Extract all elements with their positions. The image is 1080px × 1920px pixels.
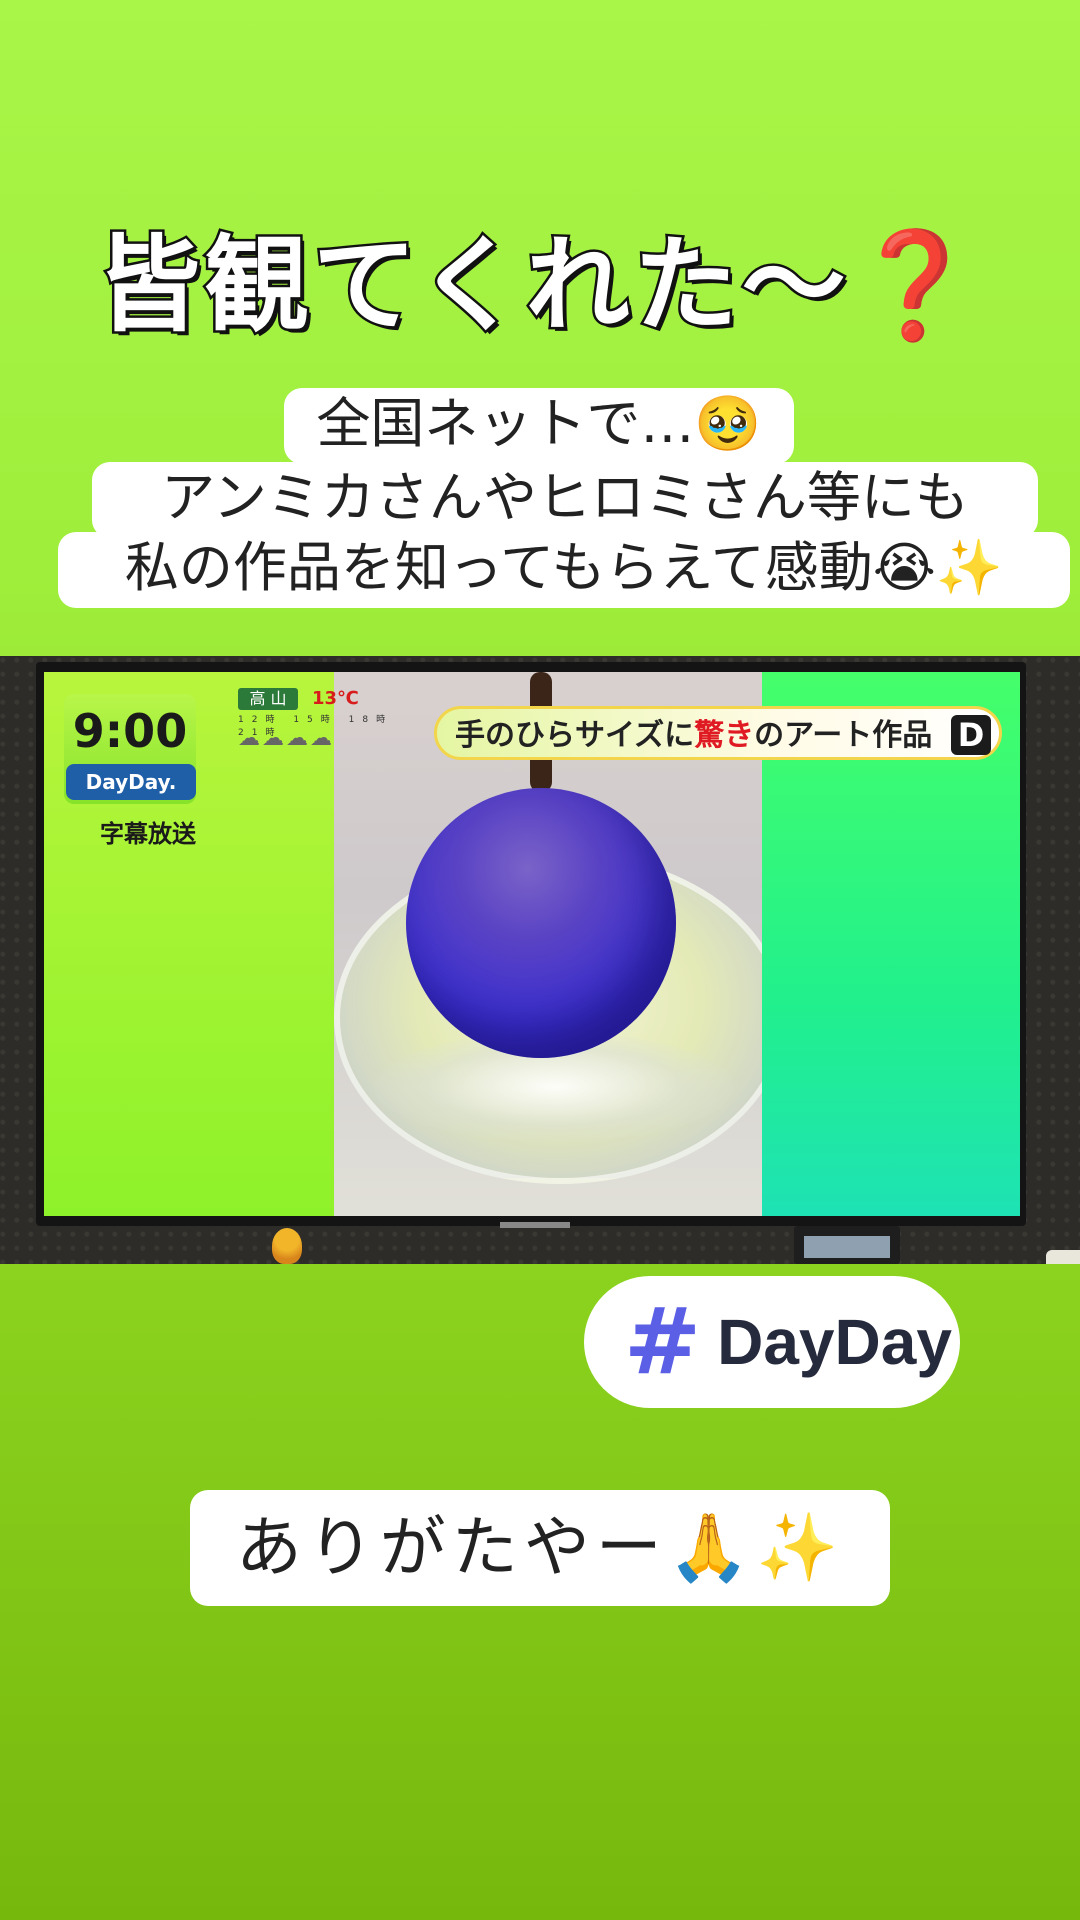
caption-line-1: 全国ネットで…🥹 bbox=[284, 388, 794, 464]
caption-line-3: 私の作品を知ってもらえて感動😭✨ bbox=[58, 532, 1070, 608]
telop-text-1: 手のひらサイズに bbox=[455, 718, 695, 753]
weather-city: 高 山 bbox=[238, 688, 298, 710]
headline-text: 皆観てくれた〜 bbox=[94, 222, 850, 349]
headline: 皆観てくれた〜❓ bbox=[0, 200, 1080, 351]
thanks-caption: ありがたやー🙏✨ bbox=[190, 1490, 890, 1606]
tv-screen: 9:00 DayDay. 字幕放送 高 山 13℃ 12時 15時 18時 21… bbox=[44, 672, 1020, 1216]
purple-sphere-artwork bbox=[406, 788, 676, 1058]
caption-line-2: アンミカさんやヒロミさん等にも bbox=[92, 462, 1038, 538]
program-logo: DayDay. bbox=[66, 764, 196, 800]
cloud-icon: ☁☁☁☁ bbox=[238, 726, 334, 751]
clock-time: 9:00 bbox=[72, 704, 188, 758]
tv-photo: 9:00 DayDay. 字幕放送 高 山 13℃ 12時 15時 18時 21… bbox=[0, 656, 1080, 1264]
weather-widget: 高 山 13℃ 12時 15時 18時 21時 ☁☁☁☁ bbox=[234, 688, 404, 752]
dayday-logo-icon: D bbox=[951, 715, 991, 755]
telop-text-2: のアート作品 bbox=[754, 718, 933, 753]
white-object bbox=[1046, 1250, 1080, 1264]
small-device-screen bbox=[804, 1236, 890, 1258]
figurine bbox=[272, 1228, 302, 1264]
hashtag-text: DayDay bbox=[717, 1306, 952, 1378]
telop-highlight: 驚き bbox=[694, 718, 755, 753]
tv-stand bbox=[500, 1222, 570, 1228]
headline-telop: 手のひらサイズに驚きのアート作品 D bbox=[434, 706, 1002, 760]
subtitles-badge: 字幕放送 bbox=[100, 820, 196, 848]
hashtag-icon: # bbox=[624, 1288, 702, 1395]
story-screen: { "headline": {"text": "皆観てくれた〜", "emoji… bbox=[0, 0, 1080, 1920]
weather-temp: 13℃ bbox=[312, 688, 359, 709]
hashtag-sticker[interactable]: # DayDay bbox=[584, 1276, 960, 1408]
program-clock: 9:00 DayDay. bbox=[64, 694, 196, 804]
question-mark-emoji: ❓ bbox=[848, 223, 984, 348]
